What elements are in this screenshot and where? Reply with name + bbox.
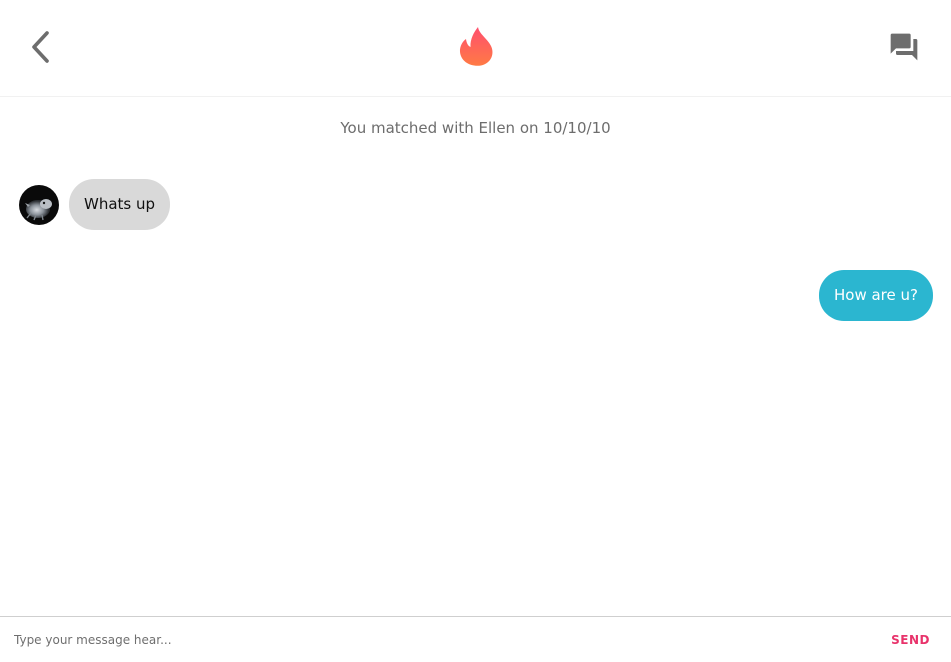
app-header bbox=[0, 0, 951, 97]
incoming-message-bubble: Whats up bbox=[69, 179, 171, 230]
avatar[interactable] bbox=[19, 184, 59, 225]
incoming-message-row: Whats up bbox=[19, 179, 171, 230]
outgoing-message-bubble: How are u? bbox=[819, 270, 933, 321]
profile-photo bbox=[19, 184, 59, 225]
back-button[interactable] bbox=[22, 26, 60, 68]
chat-screen: You matched with Ellen on 10/10/10 Whats… bbox=[0, 0, 951, 662]
message-composer: SEND bbox=[0, 616, 951, 662]
conversations-button[interactable] bbox=[884, 27, 924, 67]
flame-icon bbox=[459, 27, 493, 66]
send-button[interactable]: SEND bbox=[891, 633, 930, 647]
flame-logo[interactable] bbox=[457, 25, 495, 67]
match-notice: You matched with Ellen on 10/10/10 bbox=[340, 119, 611, 137]
chevron-left-icon bbox=[32, 31, 49, 63]
forum-icon bbox=[890, 33, 918, 61]
message-input[interactable] bbox=[0, 617, 860, 662]
